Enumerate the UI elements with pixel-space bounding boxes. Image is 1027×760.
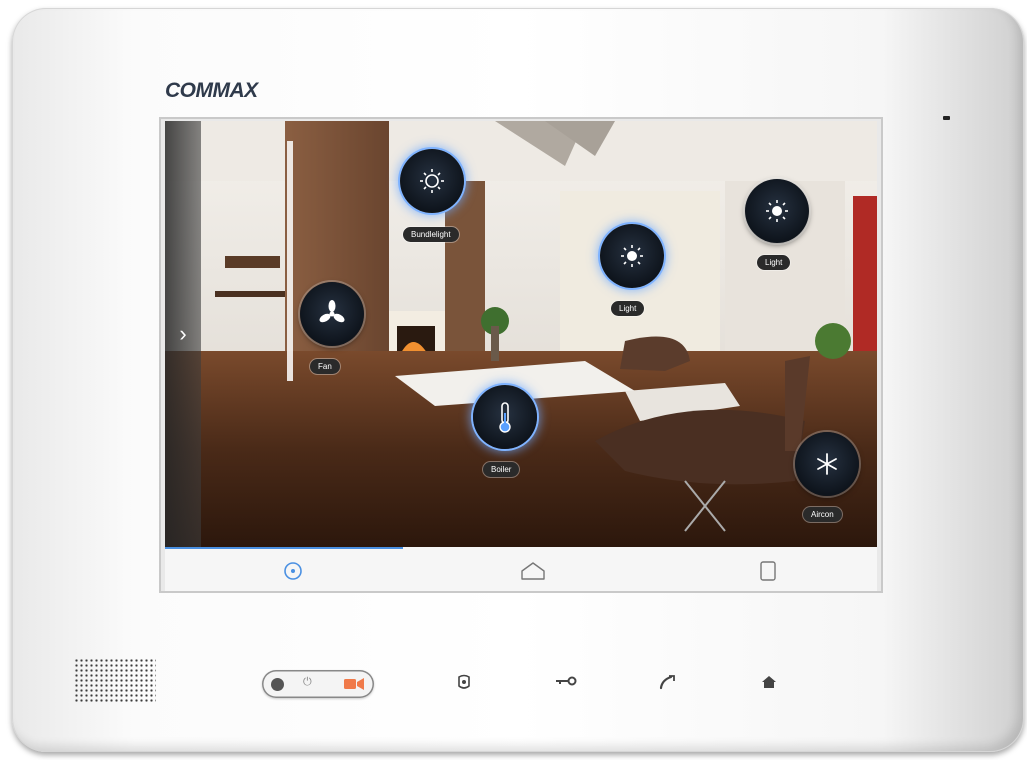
sun-icon bbox=[766, 200, 788, 222]
power-record-toggle[interactable]: ⏻ bbox=[262, 670, 374, 698]
device-boiler-button[interactable] bbox=[473, 385, 537, 449]
phone-button[interactable] bbox=[655, 674, 681, 696]
device-aircon-button[interactable] bbox=[795, 432, 859, 496]
device-label: Light bbox=[611, 301, 645, 316]
fan-icon bbox=[319, 300, 345, 323]
key-icon bbox=[556, 676, 577, 686]
key-button[interactable] bbox=[553, 674, 579, 696]
device-label: Aircon bbox=[803, 507, 842, 522]
device-label: Fan bbox=[310, 359, 340, 374]
sun-icon bbox=[420, 169, 444, 193]
record-icon bbox=[344, 678, 364, 690]
nav-home-button[interactable] bbox=[413, 547, 650, 591]
device-fan-button[interactable] bbox=[300, 282, 364, 346]
home-button[interactable] bbox=[756, 674, 782, 696]
clock-icon bbox=[284, 562, 302, 580]
chevron-right-icon[interactable]: › bbox=[173, 321, 193, 347]
side-panel: › bbox=[165, 121, 201, 547]
speaker-grille bbox=[74, 658, 156, 704]
toggle-knob bbox=[271, 678, 284, 691]
square-icon bbox=[760, 561, 776, 581]
device-bundlelight-button[interactable] bbox=[400, 149, 464, 213]
nav-clock-button[interactable] bbox=[175, 547, 412, 591]
snowflake-icon bbox=[817, 453, 837, 475]
sun-icon bbox=[621, 245, 643, 267]
camera-icon bbox=[458, 674, 470, 689]
brand-logo: COMMAX bbox=[165, 79, 258, 102]
nav-recent-button[interactable] bbox=[650, 547, 887, 591]
home-icon bbox=[762, 676, 776, 688]
device-label: Light bbox=[757, 255, 791, 270]
device-light-button[interactable] bbox=[745, 179, 809, 243]
camera-lens bbox=[943, 116, 950, 120]
touch-screen: › Bundlelight Light Light Fan Boiler Air… bbox=[165, 121, 877, 547]
screen-nav-bar bbox=[165, 547, 877, 591]
thermometer-icon bbox=[499, 402, 511, 433]
phone-icon bbox=[659, 675, 675, 690]
device-label: Boiler bbox=[483, 462, 520, 477]
home-icon bbox=[521, 562, 545, 580]
camera-button[interactable] bbox=[451, 674, 477, 696]
device-label: Bundlelight bbox=[403, 227, 459, 242]
power-icon: ⏻ bbox=[303, 676, 312, 688]
device-light-button[interactable] bbox=[600, 224, 664, 288]
